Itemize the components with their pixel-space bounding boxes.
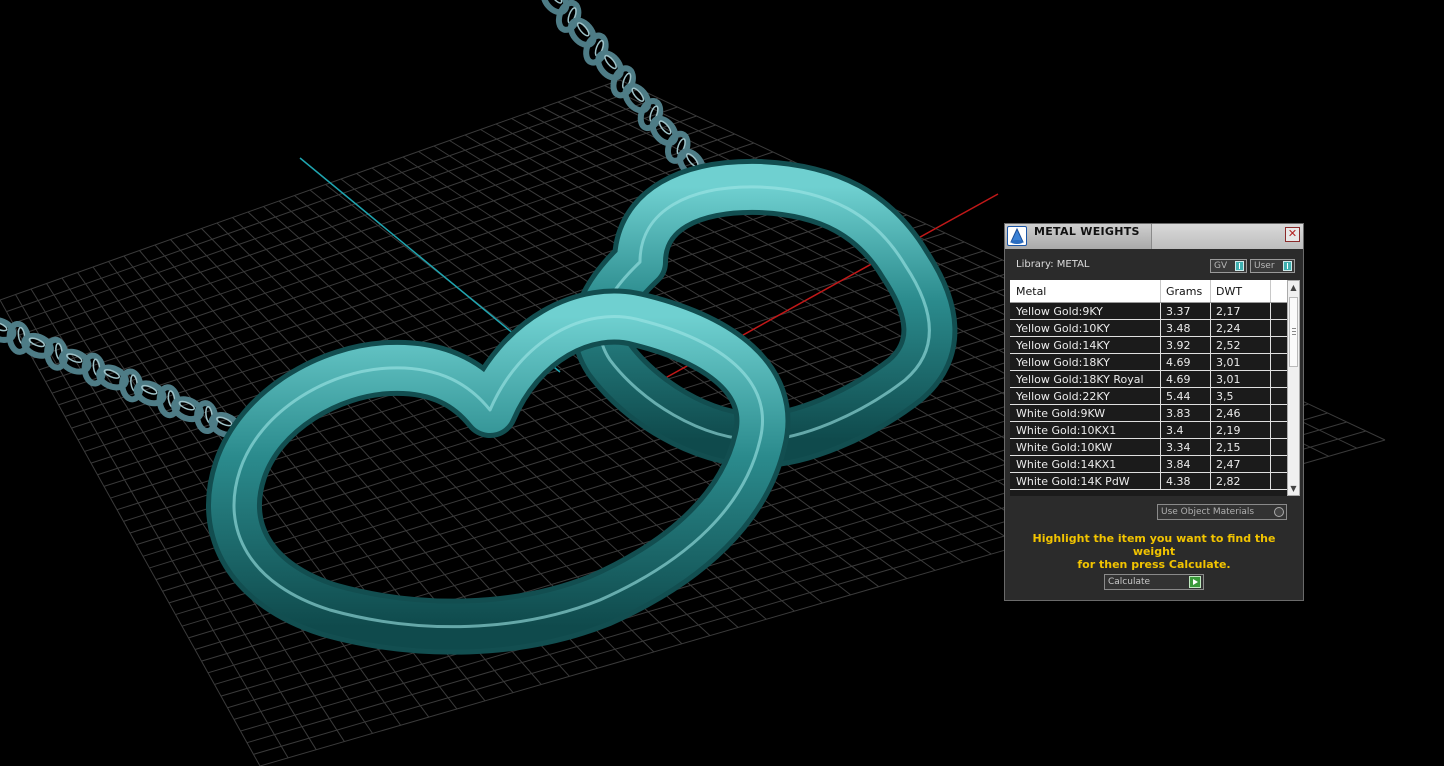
cell-dwt: 3,01 (1216, 356, 1241, 369)
use-object-materials-label: Use Object Materials (1161, 507, 1255, 517)
chain-link-highlight (549, 0, 563, 4)
table-scrollbar[interactable]: ▲ ▼ (1287, 280, 1300, 496)
cell-metal: Yellow Gold:14KY (1016, 339, 1110, 352)
use-object-materials-option[interactable]: Use Object Materials (1157, 504, 1287, 520)
play-arrow-icon (1189, 576, 1201, 588)
cell-grams: 4.38 (1166, 475, 1191, 488)
table-row[interactable]: White Gold:10KW 3.34 2,15 (1010, 439, 1287, 456)
cell-grams: 3.34 (1166, 441, 1191, 454)
table-row[interactable]: White Gold:9KW 3.83 2,46 (1010, 405, 1287, 422)
cell-metal: White Gold:14KX1 (1016, 458, 1117, 471)
cell-grams: 3.48 (1166, 322, 1191, 335)
cell-metal: White Gold:10KX1 (1016, 424, 1117, 437)
cell-dwt: 2,15 (1216, 441, 1241, 454)
scroll-down-icon[interactable]: ▼ (1289, 483, 1298, 494)
gv-toggle-switch-icon (1235, 261, 1244, 271)
cell-metal: Yellow Gold:18KY (1016, 356, 1110, 369)
table-row[interactable]: Yellow Gold:22KY 5.44 3,5 (1010, 388, 1287, 405)
cell-dwt: 2,17 (1216, 305, 1241, 318)
cell-metal: White Gold:9KW (1016, 407, 1106, 420)
user-toggle[interactable]: User (1250, 259, 1295, 273)
calculate-label: Calculate (1108, 577, 1151, 587)
metal-table[interactable]: Metal Grams DWT Yellow Gold:9KY 3.37 2,17 Y… (1010, 280, 1287, 496)
table-row[interactable]: White Gold:14KX1 3.84 2,47 (1010, 456, 1287, 473)
cell-metal: White Gold:14K PdW (1016, 475, 1130, 488)
user-toggle-label: User (1254, 261, 1275, 271)
cell-metal: Yellow Gold:18KY Royal (1016, 373, 1144, 386)
cell-dwt: 2,19 (1216, 424, 1241, 437)
cell-grams: 3.84 (1166, 458, 1191, 471)
cell-dwt: 2,82 (1216, 475, 1241, 488)
cell-grams: 3.83 (1166, 407, 1191, 420)
table-row[interactable]: Yellow Gold:10KY 3.48 2,24 (1010, 320, 1287, 337)
cell-grams: 3.92 (1166, 339, 1191, 352)
table-row[interactable]: Yellow Gold:18KY 4.69 3,01 (1010, 354, 1287, 371)
dialog-title-tab: METAL WEIGHTS (1005, 224, 1152, 249)
gv-toggle[interactable]: GV (1210, 259, 1247, 273)
cell-grams: 5.44 (1166, 390, 1191, 403)
metal-weights-dialog[interactable]: METAL WEIGHTS ✕ Library: METAL GV User M… (1004, 223, 1304, 601)
cell-metal: White Gold:10KW (1016, 441, 1113, 454)
dialog-title: METAL WEIGHTS (1034, 225, 1140, 238)
cell-dwt: 2,47 (1216, 458, 1241, 471)
table-row[interactable]: Yellow Gold:9KY 3.37 2,17 (1010, 303, 1287, 320)
instruction-line-2: for then press Calculate. (1077, 558, 1231, 571)
calculate-button[interactable]: Calculate (1104, 574, 1204, 590)
chain-left (0, 317, 242, 438)
cell-grams: 3.4 (1166, 424, 1184, 437)
table-row[interactable]: Yellow Gold:14KY 3.92 2,52 (1010, 337, 1287, 354)
library-label: Library: METAL (1016, 259, 1090, 270)
cell-dwt: 3,5 (1216, 390, 1234, 403)
user-toggle-switch-icon (1283, 261, 1292, 271)
app-logo-icon (1007, 226, 1027, 246)
cell-grams: 4.69 (1166, 356, 1191, 369)
cell-dwt: 3,01 (1216, 373, 1241, 386)
cell-dwt: 2,46 (1216, 407, 1241, 420)
table-row[interactable]: Yellow Gold:18KY Royal 4.69 3,01 (1010, 371, 1287, 388)
dialog-titlebar[interactable]: METAL WEIGHTS ✕ (1005, 224, 1303, 249)
column-header-dwt[interactable]: DWT (1216, 285, 1242, 298)
instruction-line-1: Highlight the item you want to find the … (1032, 532, 1276, 558)
cell-dwt: 2,52 (1216, 339, 1241, 352)
cell-grams: 3.37 (1166, 305, 1191, 318)
table-header: Metal Grams DWT (1010, 280, 1287, 303)
column-header-metal[interactable]: Metal (1016, 285, 1046, 298)
pendant-model (206, 158, 958, 655)
table-row[interactable]: White Gold:14K PdW 4.38 2,82 (1010, 473, 1287, 490)
table-row[interactable]: White Gold:10KX1 3.4 2,19 (1010, 422, 1287, 439)
cell-metal: Yellow Gold:22KY (1016, 390, 1110, 403)
close-icon[interactable]: ✕ (1285, 227, 1300, 242)
radio-icon[interactable] (1274, 507, 1284, 517)
gv-toggle-label: GV (1214, 261, 1228, 271)
cell-dwt: 2,24 (1216, 322, 1241, 335)
cell-metal: Yellow Gold:9KY (1016, 305, 1103, 318)
cell-metal: Yellow Gold:10KY (1016, 322, 1110, 335)
scroll-up-icon[interactable]: ▲ (1289, 282, 1298, 293)
table-body: Yellow Gold:9KY 3.37 2,17 Yellow Gold:10KY 3… (1010, 303, 1287, 490)
cell-grams: 4.69 (1166, 373, 1191, 386)
scroll-thumb[interactable] (1289, 297, 1298, 367)
instruction-text: Highlight the item you want to find the … (1015, 532, 1293, 571)
column-header-grams[interactable]: Grams (1166, 285, 1202, 298)
